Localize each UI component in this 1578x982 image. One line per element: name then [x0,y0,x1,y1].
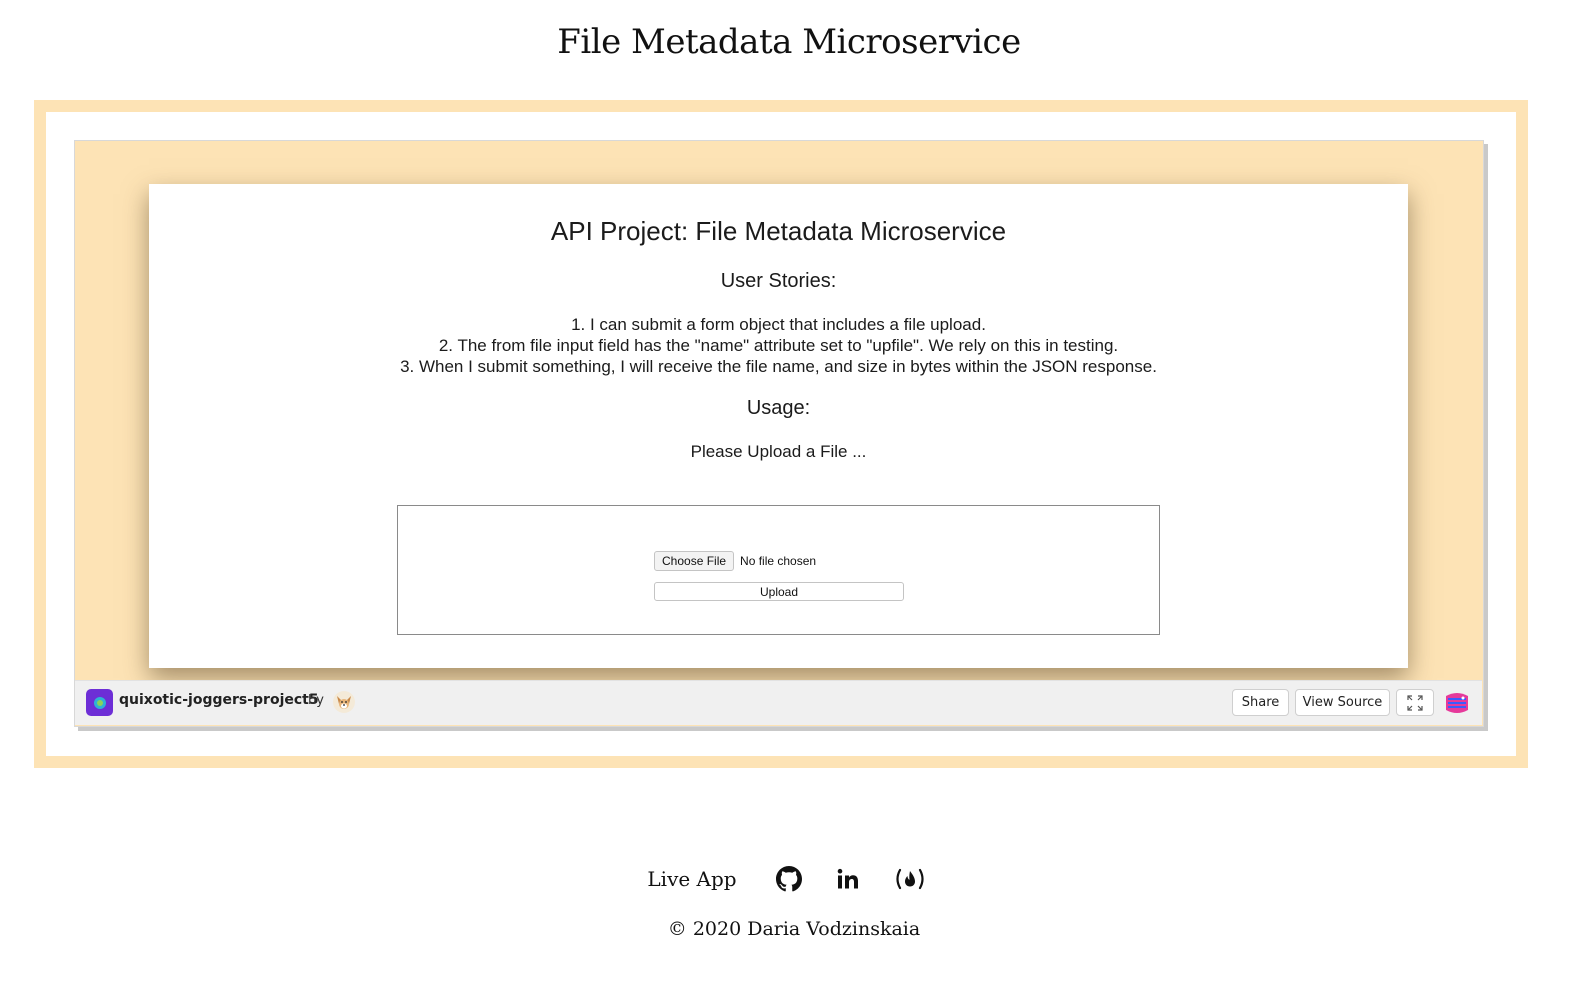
freecodecamp-icon[interactable] [894,868,926,890]
copyright-text: © 2020 Daria Vodzinskaia [667,918,921,940]
footer-links: Live App [0,866,1578,892]
user-stories-heading: User Stories: [720,270,837,292]
user-story-item: 3. When I submit something, I will recei… [400,357,1157,376]
file-status-text: No file chosen [740,554,817,568]
project-avatar-icon[interactable] [86,689,113,716]
app-card: API Project: File Metadata Microservice … [149,184,1408,668]
user-avatar-icon[interactable] [332,690,356,714]
page-title: File Metadata Microservice [557,22,1021,62]
upload-prompt: Please Upload a File ... [690,442,867,461]
linkedin-icon[interactable] [836,867,860,891]
file-input[interactable]: Choose File No file chosen [654,551,816,571]
live-app-link[interactable]: Live App [647,867,736,891]
glitch-project-bar: quixotic-joggers-project5 by Share View … [75,680,1482,725]
user-stories-list: 1. I can submit a form object that inclu… [149,314,1408,377]
fullscreen-button[interactable] [1396,689,1434,716]
app-title: API Project: File Metadata Microservice [550,216,1007,246]
github-icon[interactable] [775,866,802,892]
choose-file-button[interactable]: Choose File [654,551,735,571]
user-story-item: 2. The from file input field has the "na… [438,336,1119,355]
upload-form: Choose File No file chosen Upload [397,505,1160,635]
by-label: by [308,693,324,708]
glitch-logo-icon[interactable] [1443,690,1471,716]
share-button[interactable]: Share [1232,689,1289,716]
upload-button[interactable]: Upload [654,582,904,601]
user-story-item: 1. I can submit a form object that inclu… [571,315,986,334]
usage-heading: Usage: [746,397,811,419]
view-source-button[interactable]: View Source [1295,689,1390,716]
fullscreen-icon [1407,694,1423,711]
project-name-link[interactable]: quixotic-joggers-project5 [119,692,319,708]
